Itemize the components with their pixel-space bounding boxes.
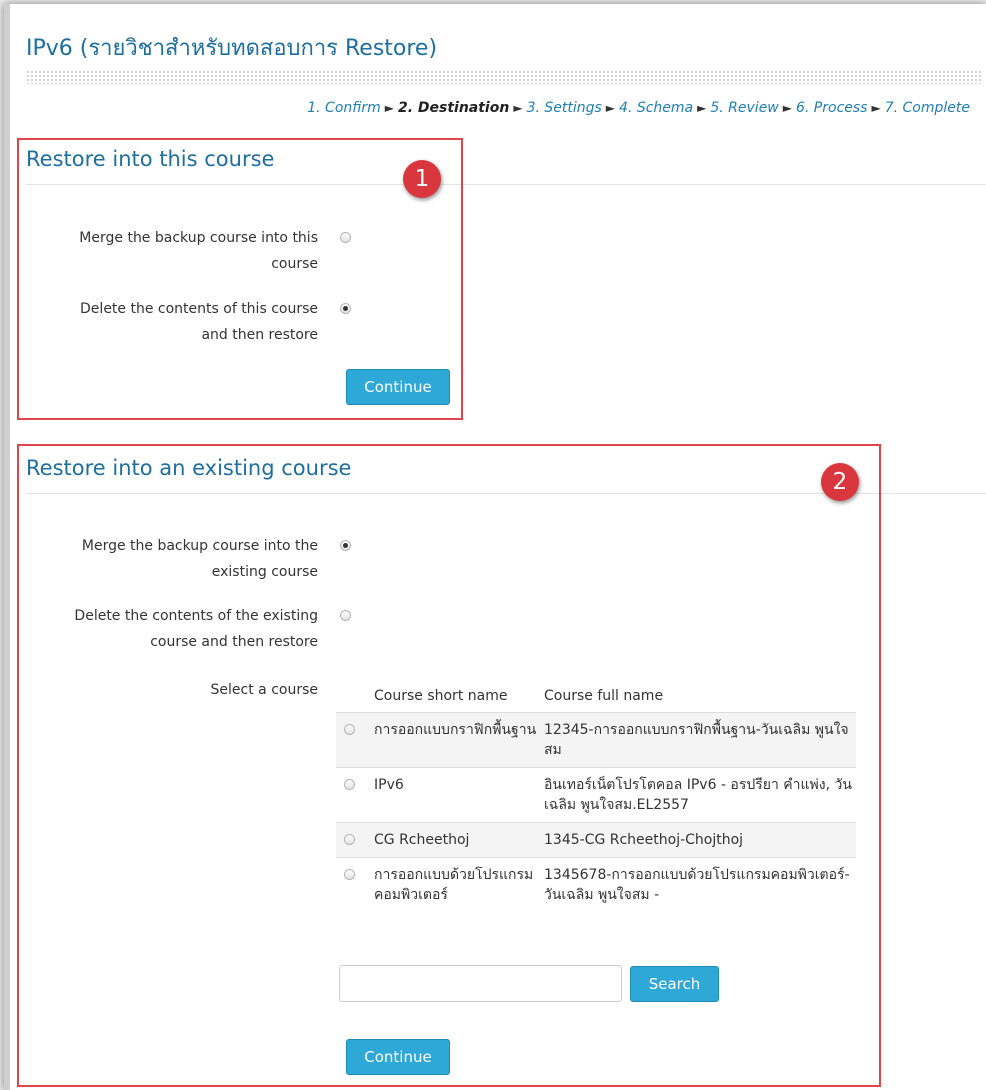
course-full-name: 1345678-การออกแบบด้วยโปรแกรมคอมพิวเตอร์-… <box>544 867 850 903</box>
table-row[interactable]: การออกแบบกราฟิกพื้นฐาน 12345-การออกแบบกร… <box>336 712 856 768</box>
label-line: Delete the contents of the existing <box>74 608 318 624</box>
search-button[interactable]: Search <box>630 966 719 1002</box>
restore-steps-breadcrumb: 1. Confirm ► 2. Destination ► 3. Settings ► 4.… <box>307 100 970 116</box>
step-destination: 2. Destination <box>397 100 510 116</box>
row-radio-cell <box>336 767 374 823</box>
annotation-badge-2: 2 <box>821 463 859 501</box>
step-arrow: ► <box>384 101 394 115</box>
step-complete: 7. Complete <box>884 100 970 116</box>
title-divider <box>26 70 982 84</box>
step-arrow: ► <box>513 101 523 115</box>
row-radio-cell <box>336 712 374 768</box>
radio-delete-this-course[interactable] <box>340 303 351 314</box>
table-row[interactable]: CG Rcheethoj 1345-CG Rcheethoj-Chojthoj <box>336 822 856 858</box>
page-left-edge <box>4 4 10 1090</box>
step-confirm: 1. Confirm <box>307 100 381 116</box>
step-schema: 4. Schema <box>619 100 694 116</box>
page-title: IPv6 (รายวิชาสำหรับทดสอบการ Restore) <box>26 36 438 61</box>
header-course-full-name: Course full name <box>544 680 856 713</box>
continue-button-this-course[interactable]: Continue <box>346 369 450 405</box>
table-header-row: Course short name Course full name <box>336 680 856 713</box>
course-search-input[interactable] <box>339 965 622 1002</box>
label-line: existing course <box>211 564 318 580</box>
radio-merge-into-this-course[interactable] <box>340 232 351 243</box>
header-course-short-name: Course short name <box>374 680 544 713</box>
course-full-name: 12345-การออกแบบกราฟิกพื้นฐาน-วันเฉลิม พู… <box>544 712 856 768</box>
select-course-label: Select a course <box>210 682 318 698</box>
step-process: 6. Process <box>796 100 868 116</box>
label-line: Merge the backup course into this <box>79 230 318 246</box>
continue-button-existing-course[interactable]: Continue <box>346 1039 450 1075</box>
step-arrow: ► <box>697 101 707 115</box>
label-line: course <box>271 256 318 272</box>
option-delete-this-course-label: Delete the contents of this course and t… <box>80 296 318 348</box>
annotation-badge-1: 1 <box>403 160 441 198</box>
course-short-name: การออกแบบกราฟิกพื้นฐาน <box>374 712 544 768</box>
course-radio[interactable] <box>344 779 355 790</box>
course-radio[interactable] <box>344 724 355 735</box>
step-arrow: ► <box>871 101 881 115</box>
radio-merge-into-existing[interactable] <box>340 540 351 551</box>
course-selection-table: Course short name Course full name การออ… <box>336 680 856 912</box>
course-short-name: การออกแบบด้วยโปรแกรมคอมพิวเตอร์ <box>374 867 534 903</box>
row-radio-cell <box>336 822 374 858</box>
label-line: course and then restore <box>150 634 318 650</box>
step-arrow: ► <box>605 101 616 115</box>
course-short-name: IPv6 <box>374 767 544 823</box>
course-full-name: 1345-CG Rcheethoj-Chojthoj <box>544 822 856 858</box>
course-radio[interactable] <box>344 869 355 880</box>
step-review: 5. Review <box>710 100 779 116</box>
course-full-name: อินเทอร์เน็ตโปรโตคอล IPv6 - อรปรียา คำแพ… <box>544 767 856 823</box>
course-short-name: CG Rcheethoj <box>374 822 544 858</box>
header-radio <box>336 680 374 713</box>
radio-delete-existing[interactable] <box>340 610 351 621</box>
step-arrow: ► <box>782 101 792 115</box>
option-merge-into-existing-label: Merge the backup course into the existin… <box>82 533 318 585</box>
label-line: Delete the contents of this course <box>80 301 318 317</box>
option-merge-into-this-course-label: Merge the backup course into this course <box>79 225 318 277</box>
step-settings: 3. Settings <box>526 100 602 116</box>
label-line: and then restore <box>201 327 318 343</box>
table-row[interactable]: IPv6 อินเทอร์เน็ตโปรโตคอล IPv6 - อรปรียา… <box>336 767 856 823</box>
course-radio[interactable] <box>344 834 355 845</box>
table-row[interactable]: การออกแบบด้วยโปรแกรมคอมพิวเตอร์ 1345678-… <box>336 858 856 913</box>
label-line: Merge the backup course into the <box>81 538 318 554</box>
option-delete-existing-label: Delete the contents of the existing cour… <box>74 603 318 655</box>
row-radio-cell <box>336 858 374 913</box>
